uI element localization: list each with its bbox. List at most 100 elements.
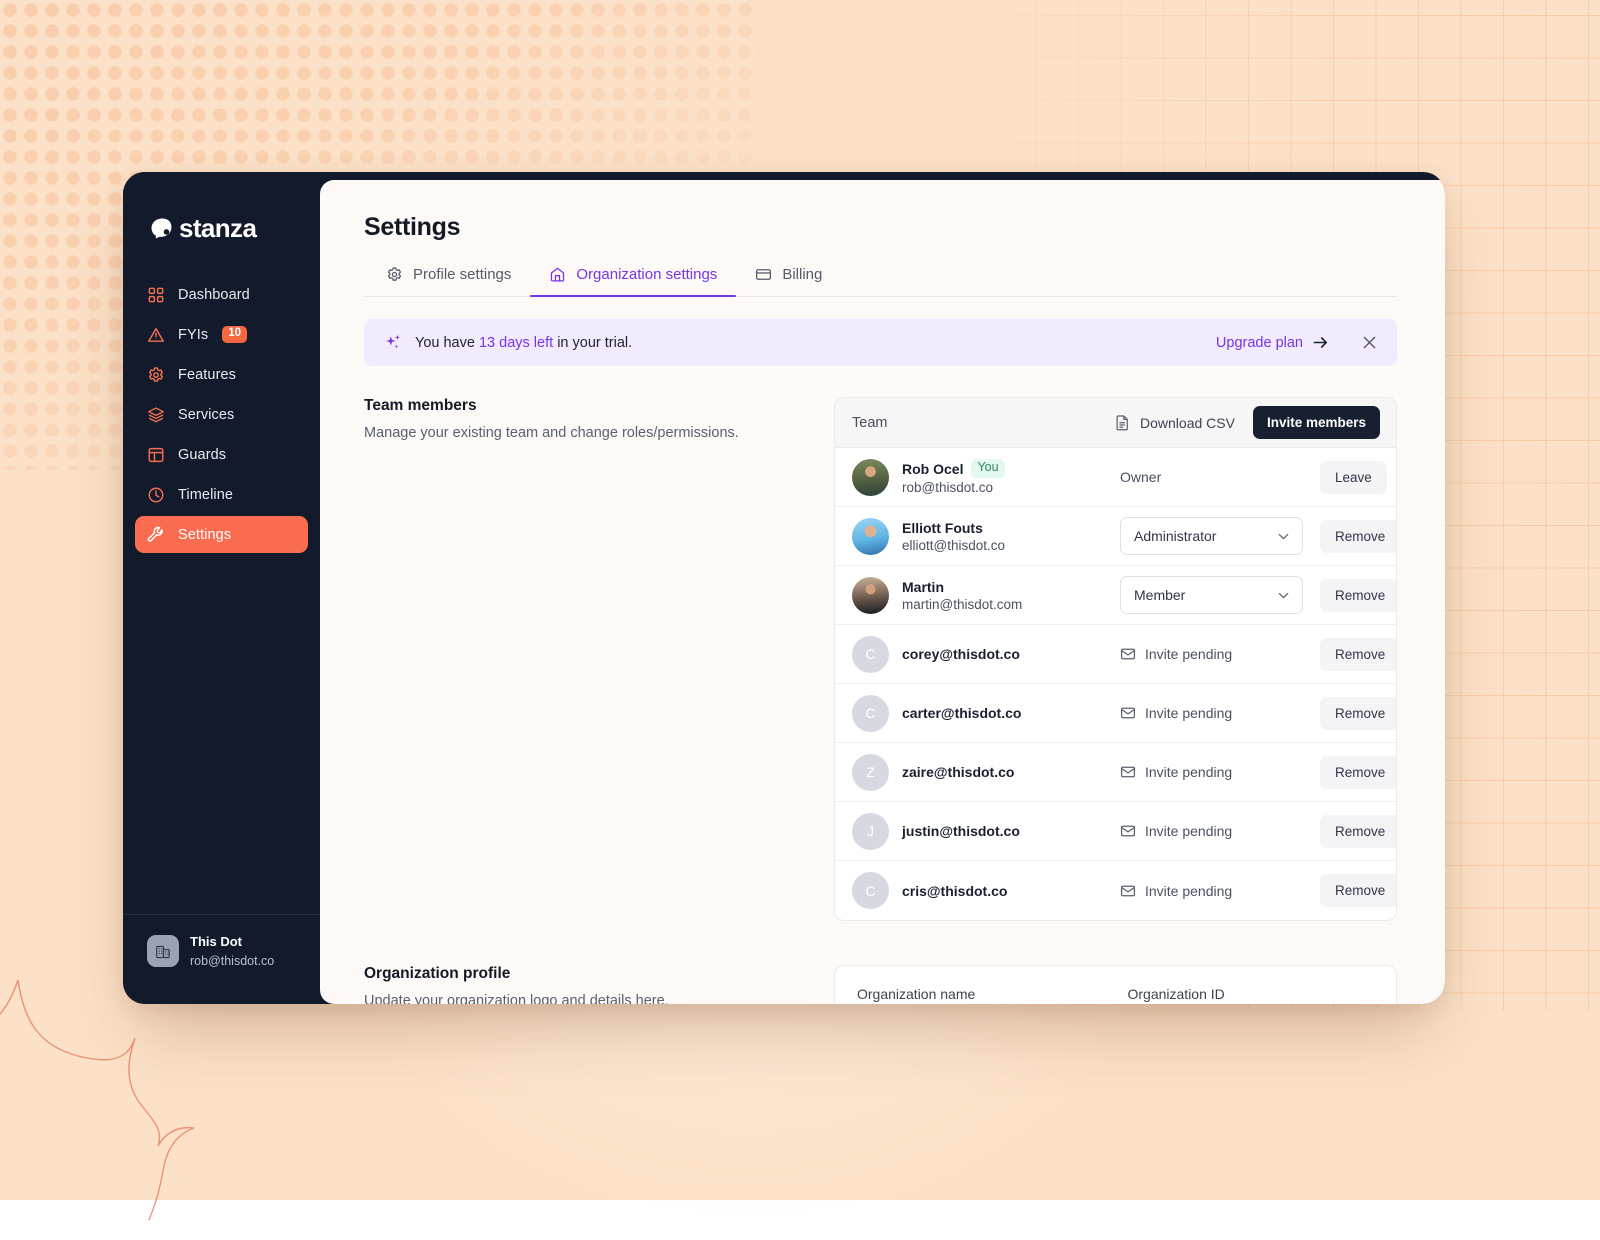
tab-organization-settings[interactable]: Organization settings — [530, 266, 736, 296]
sidebar-item-label: FYIs — [178, 327, 208, 343]
member-row: Ccris@thisdot.coInvite pendingRemove — [835, 861, 1396, 920]
sidebar-item-fyis[interactable]: FYIs 10 — [135, 316, 308, 353]
close-icon[interactable] — [1359, 333, 1379, 353]
remove-button[interactable]: Remove — [1320, 520, 1397, 553]
member-role-cell: Administrator — [1120, 517, 1320, 555]
sidebar-item-guards[interactable]: Guards — [135, 436, 308, 473]
remove-button[interactable]: Remove — [1320, 697, 1397, 730]
member-row: Ccarter@thisdot.coInvite pendingRemove — [835, 684, 1396, 743]
download-csv-label: Download CSV — [1140, 415, 1235, 431]
member-row: Jjustin@thisdot.coInvite pendingRemove — [835, 802, 1396, 861]
layers-icon — [147, 406, 165, 424]
sidebar-item-settings[interactable]: Settings — [135, 516, 308, 553]
upgrade-plan-label: Upgrade plan — [1216, 335, 1303, 351]
organization-profile-description: Update your organization logo and detail… — [364, 990, 794, 1004]
upgrade-plan-link[interactable]: Upgrade plan — [1216, 335, 1329, 351]
member-info: zaire@thisdot.co — [902, 764, 1120, 780]
member-action-cell: Remove — [1320, 697, 1397, 730]
invite-pending-label: Invite pending — [1145, 764, 1232, 780]
member-action-cell: Remove — [1320, 815, 1397, 848]
sidebar-item-label: Guards — [178, 447, 226, 463]
remove-button[interactable]: Remove — [1320, 638, 1397, 671]
sidebar-item-timeline[interactable]: Timeline — [135, 476, 308, 513]
sidebar-item-label: Timeline — [178, 487, 233, 503]
member-role-cell: Invite pending — [1120, 883, 1320, 899]
invite-pending-label: Invite pending — [1145, 705, 1232, 721]
sidebar-footer-profile[interactable]: This Dot rob@thisdot.co — [123, 914, 320, 1004]
mail-icon — [1120, 883, 1136, 899]
trial-text-before: You have — [415, 335, 475, 351]
member-info: cris@thisdot.co — [902, 883, 1120, 899]
avatar — [852, 577, 889, 614]
settings-tabs: Profile settings Organization settings B… — [364, 266, 1397, 297]
tab-profile-settings[interactable]: Profile settings — [364, 266, 530, 296]
mail-icon — [1120, 764, 1136, 780]
trial-text-after: in your trial. — [557, 335, 632, 351]
member-action-cell: Remove — [1320, 520, 1397, 553]
tab-label: Organization settings — [576, 266, 717, 283]
invite-pending-status: Invite pending — [1120, 823, 1232, 839]
invite-members-button[interactable]: Invite members — [1253, 406, 1380, 439]
member-row: Elliott Foutselliott@thisdot.co Administr… — [835, 507, 1396, 566]
tab-billing[interactable]: Billing — [736, 266, 841, 296]
sidebar-item-services[interactable]: Services — [135, 396, 308, 433]
role-select[interactable]: Administrator — [1120, 517, 1303, 555]
member-role-cell: Invite pending — [1120, 764, 1320, 780]
invite-pending-status: Invite pending — [1120, 764, 1232, 780]
member-email: corey@thisdot.co — [902, 646, 1120, 662]
member-row: Martinmartin@thisdot.comMemberRemove — [835, 566, 1396, 625]
member-action-cell: Remove — [1320, 874, 1397, 907]
invite-pending-label: Invite pending — [1145, 646, 1232, 662]
member-email: martin@thisdot.com — [902, 597, 1120, 612]
member-action-cell: Remove — [1320, 638, 1397, 671]
member-name-line: Rob OcelYou — [902, 459, 1120, 478]
member-email: zaire@thisdot.co — [902, 764, 1120, 780]
warning-triangle-icon — [147, 326, 165, 344]
home-icon — [549, 266, 566, 283]
chevron-down-icon — [1276, 529, 1291, 544]
team-card-title: Team — [852, 415, 887, 431]
app-logo[interactable]: stanza — [123, 172, 320, 250]
remove-button[interactable]: Remove — [1320, 579, 1397, 612]
download-csv-button[interactable]: Download CSV — [1114, 414, 1235, 431]
sidebar-item-label: Services — [178, 407, 234, 423]
sidebar-footer-org-name: This Dot — [190, 933, 274, 952]
organization-id-field-group: Organization ID — [1128, 986, 1375, 1004]
member-email: justin@thisdot.co — [902, 823, 1120, 839]
role-select-value: Administrator — [1134, 528, 1216, 544]
member-email: rob@thisdot.co — [902, 480, 1120, 495]
member-info: Rob OcelYou rob@thisdot.co — [902, 459, 1120, 495]
member-row: Ccorey@thisdot.coInvite pendingRemove — [835, 625, 1396, 684]
trial-banner: You have 13 days left in your trial. Upg… — [364, 319, 1397, 366]
team-members-section: Team members Manage your existing team a… — [364, 397, 1397, 921]
organization-profile-section: Organization profile Update your organiz… — [364, 965, 1397, 1004]
invite-pending-status: Invite pending — [1120, 883, 1232, 899]
sidebar-footer-email: rob@thisdot.co — [190, 952, 274, 970]
trial-days-left: 13 days left — [479, 335, 553, 351]
member-info: Elliott Foutselliott@thisdot.co — [902, 520, 1120, 553]
member-role-cell: Invite pending — [1120, 705, 1320, 721]
sidebar-item-dashboard[interactable]: Dashboard — [135, 276, 308, 313]
role-select[interactable]: Member — [1120, 576, 1303, 614]
sidebar-item-features[interactable]: Features — [135, 356, 308, 393]
you-badge: You — [971, 459, 1004, 478]
stanza-logo-icon — [150, 217, 173, 240]
remove-button[interactable]: Remove — [1320, 756, 1397, 789]
invite-pending-label: Invite pending — [1145, 883, 1232, 899]
sparkle-icon — [384, 333, 403, 352]
member-name: Elliott Fouts — [902, 520, 983, 536]
member-role-cell: Invite pending — [1120, 646, 1320, 662]
remove-button[interactable]: Remove — [1320, 874, 1397, 907]
team-card-header: Team Download CSV Invite members — [835, 398, 1396, 448]
member-action-cell: Remove — [1320, 579, 1397, 612]
page-title: Settings — [364, 213, 1397, 242]
gear-icon — [147, 366, 165, 384]
organization-profile-card: Organization name Organization ID — [834, 965, 1397, 1004]
sidebar-item-label: Features — [178, 367, 236, 383]
tab-label: Profile settings — [413, 266, 511, 283]
member-role-cell: Invite pending — [1120, 823, 1320, 839]
clock-icon — [147, 486, 165, 504]
remove-button[interactable]: Remove — [1320, 815, 1397, 848]
organization-id-label: Organization ID — [1128, 986, 1375, 1002]
leave-button[interactable]: Leave — [1320, 461, 1387, 494]
